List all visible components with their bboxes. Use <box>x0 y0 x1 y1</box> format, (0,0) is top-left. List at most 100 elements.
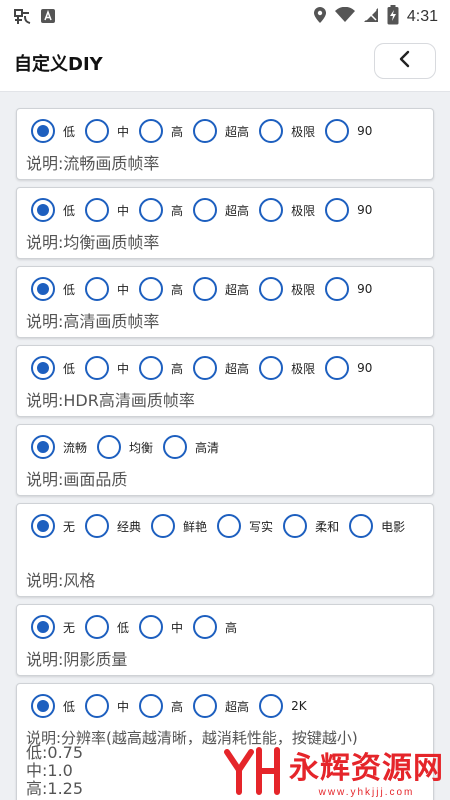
radio-label: 极限 <box>291 124 316 139</box>
radio-option[interactable]: 低 <box>31 356 75 380</box>
card-description: 说明:HDR高清画质帧率 <box>26 391 195 410</box>
radio-button[interactable] <box>259 119 284 143</box>
radio-button[interactable] <box>31 435 55 459</box>
radio-option[interactable]: 柔和 <box>283 514 339 538</box>
radio-button[interactable] <box>193 615 218 639</box>
radio-button[interactable] <box>139 198 164 222</box>
radio-option[interactable]: 高 <box>139 694 183 718</box>
radio-option[interactable]: 极限 <box>259 277 315 301</box>
radio-option[interactable]: 2K <box>259 694 307 718</box>
radio-label: 电影 <box>381 519 406 534</box>
radio-button[interactable] <box>139 277 164 301</box>
radio-button[interactable] <box>97 435 122 459</box>
radio-option[interactable]: 无 <box>31 615 75 639</box>
radio-button[interactable] <box>85 198 110 222</box>
radio-button[interactable] <box>139 694 164 718</box>
radio-option[interactable]: 中 <box>85 277 129 301</box>
radio-button[interactable] <box>151 514 176 538</box>
radio-label: 极限 <box>291 361 316 376</box>
radio-option[interactable]: 超高 <box>193 356 249 380</box>
radio-option[interactable]: 高清 <box>163 435 219 459</box>
radio-option[interactable]: 低 <box>31 277 75 301</box>
radio-button[interactable] <box>31 356 55 380</box>
radio-button[interactable] <box>325 356 350 380</box>
radio-label: 低 <box>63 699 76 714</box>
radio-label: 超高 <box>225 282 250 297</box>
radio-button[interactable] <box>139 356 164 380</box>
radio-group: 低 中 高 超高 2K <box>31 694 317 718</box>
radio-option[interactable]: 高 <box>139 119 183 143</box>
radio-option[interactable]: 超高 <box>193 277 249 301</box>
radio-button[interactable] <box>31 514 55 538</box>
radio-button[interactable] <box>349 514 374 538</box>
chevron-left-icon <box>397 49 413 73</box>
radio-option[interactable]: 低 <box>31 198 75 222</box>
radio-button[interactable] <box>325 198 350 222</box>
radio-button[interactable] <box>283 514 308 538</box>
radio-button[interactable] <box>217 514 242 538</box>
radio-label: 流畅 <box>63 440 88 455</box>
radio-button[interactable] <box>163 435 188 459</box>
radio-button[interactable] <box>85 514 110 538</box>
radio-label: 中 <box>117 124 130 139</box>
radio-button[interactable] <box>31 694 55 718</box>
radio-option[interactable]: 流畅 <box>31 435 87 459</box>
radio-button[interactable] <box>85 356 110 380</box>
radio-option[interactable]: 低 <box>31 694 75 718</box>
radio-option[interactable]: 中 <box>85 198 129 222</box>
radio-option[interactable]: 低 <box>85 615 129 639</box>
radio-button[interactable] <box>31 119 55 143</box>
radio-option[interactable]: 90 <box>325 277 372 301</box>
radio-button[interactable] <box>31 277 55 301</box>
radio-option[interactable]: 中 <box>139 615 183 639</box>
radio-label: 中 <box>171 620 184 635</box>
resolution-value-line: 高:1.25 <box>26 779 84 798</box>
radio-option[interactable]: 高 <box>193 615 237 639</box>
radio-option[interactable]: 超高 <box>193 694 249 718</box>
radio-option[interactable]: 高 <box>139 356 183 380</box>
back-button[interactable] <box>374 43 436 79</box>
radio-button[interactable] <box>325 119 350 143</box>
radio-option[interactable]: 无 <box>31 514 75 538</box>
radio-button[interactable] <box>325 277 350 301</box>
radio-option[interactable]: 极限 <box>259 198 315 222</box>
radio-option[interactable]: 高 <box>139 277 183 301</box>
radio-option[interactable]: 均衡 <box>97 435 153 459</box>
radio-button[interactable] <box>139 615 164 639</box>
radio-button[interactable] <box>193 119 218 143</box>
radio-option[interactable]: 90 <box>325 119 372 143</box>
radio-option[interactable]: 鲜艳 <box>151 514 207 538</box>
radio-option[interactable]: 中 <box>85 119 129 143</box>
radio-button[interactable] <box>85 277 110 301</box>
radio-button[interactable] <box>31 198 55 222</box>
radio-button[interactable] <box>193 694 218 718</box>
radio-option[interactable]: 低 <box>31 119 75 143</box>
radio-option[interactable]: 中 <box>85 694 129 718</box>
radio-button[interactable] <box>85 615 110 639</box>
radio-button[interactable] <box>259 277 284 301</box>
radio-button[interactable] <box>259 694 284 718</box>
radio-button[interactable] <box>259 198 284 222</box>
radio-option[interactable]: 极限 <box>259 119 315 143</box>
card-description: 说明:风格 <box>26 571 96 590</box>
radio-button[interactable] <box>31 615 55 639</box>
radio-button[interactable] <box>85 694 110 718</box>
radio-button[interactable] <box>259 356 284 380</box>
radio-button[interactable] <box>85 119 110 143</box>
radio-option[interactable]: 高 <box>139 198 183 222</box>
yh-logo-icon <box>223 744 283 798</box>
radio-option[interactable]: 写实 <box>217 514 273 538</box>
radio-option[interactable]: 经典 <box>85 514 141 538</box>
settings-card-picture-quality: 流畅 均衡 高清 说明:画面品质 <box>16 424 434 496</box>
radio-option[interactable]: 极限 <box>259 356 315 380</box>
radio-button[interactable] <box>193 277 218 301</box>
radio-option[interactable]: 90 <box>325 356 372 380</box>
radio-option[interactable]: 超高 <box>193 119 249 143</box>
radio-option[interactable]: 90 <box>325 198 372 222</box>
radio-option[interactable]: 超高 <box>193 198 249 222</box>
radio-button[interactable] <box>139 119 164 143</box>
radio-option[interactable]: 电影 <box>349 514 405 538</box>
radio-button[interactable] <box>193 198 218 222</box>
radio-button[interactable] <box>193 356 218 380</box>
radio-option[interactable]: 中 <box>85 356 129 380</box>
